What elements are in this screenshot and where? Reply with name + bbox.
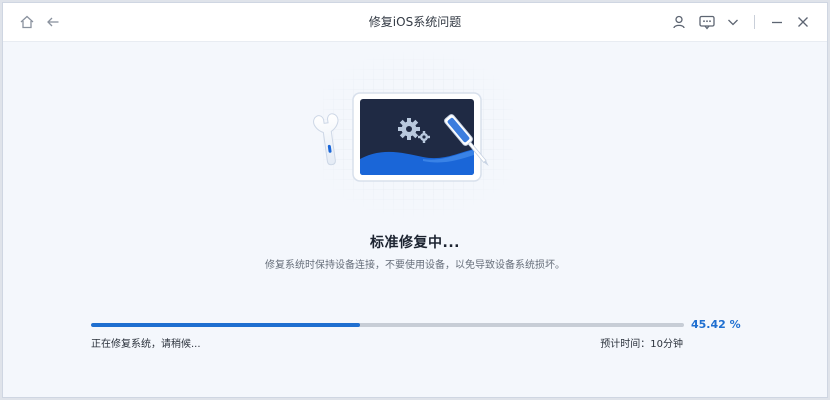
user-icon[interactable] bbox=[669, 12, 689, 32]
titlebar-divider bbox=[754, 15, 755, 29]
status-title: 标准修复中... bbox=[370, 235, 460, 251]
feedback-icon[interactable] bbox=[697, 12, 717, 32]
estimated-time: 预计时间：10分钟 bbox=[600, 339, 683, 350]
title-bar: 修复iOS系统问题 bbox=[3, 3, 827, 42]
status-subtitle: 修复系统时保持设备连接，不要使用设备，以免导致设备系统损坏。 bbox=[265, 260, 565, 271]
progress-bar bbox=[91, 323, 684, 327]
chevron-down-icon[interactable] bbox=[723, 12, 743, 32]
app-window: 修复iOS系统问题 标准修复中... 修复系统时保持设备连接，不要使用设备，以免… bbox=[2, 2, 828, 398]
progress-percent: 45.42 % bbox=[691, 318, 741, 331]
progress-bar-fill bbox=[91, 323, 361, 327]
home-icon[interactable] bbox=[17, 12, 37, 32]
repair-illustration bbox=[303, 49, 529, 219]
progress-status-text: 正在修复系统，请稍候... bbox=[91, 339, 201, 350]
back-arrow-icon[interactable] bbox=[43, 12, 63, 32]
minimize-icon[interactable] bbox=[767, 12, 787, 32]
close-icon[interactable] bbox=[793, 12, 813, 32]
